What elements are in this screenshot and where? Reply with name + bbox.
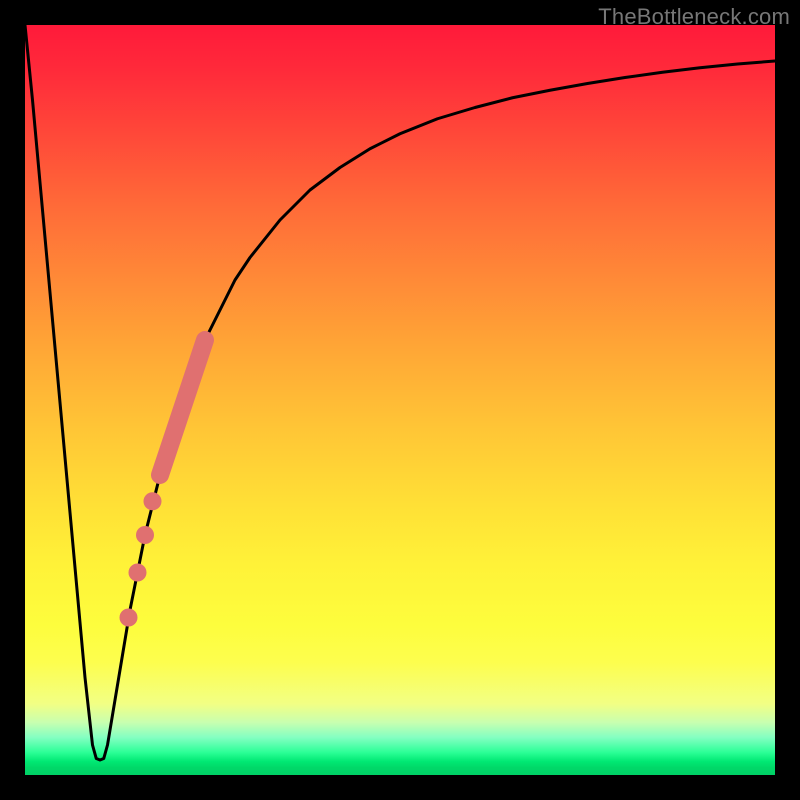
dot-1 <box>144 492 162 510</box>
bottleneck-curve <box>25 25 775 760</box>
chart-stage: TheBottleneck.com <box>0 0 800 800</box>
dot-4 <box>120 609 138 627</box>
dot-2 <box>136 526 154 544</box>
highlight-segment <box>160 340 205 475</box>
watermark-label: TheBottleneck.com <box>598 4 790 30</box>
plot-area <box>25 25 775 775</box>
dot-3 <box>129 564 147 582</box>
chart-svg <box>25 25 775 775</box>
